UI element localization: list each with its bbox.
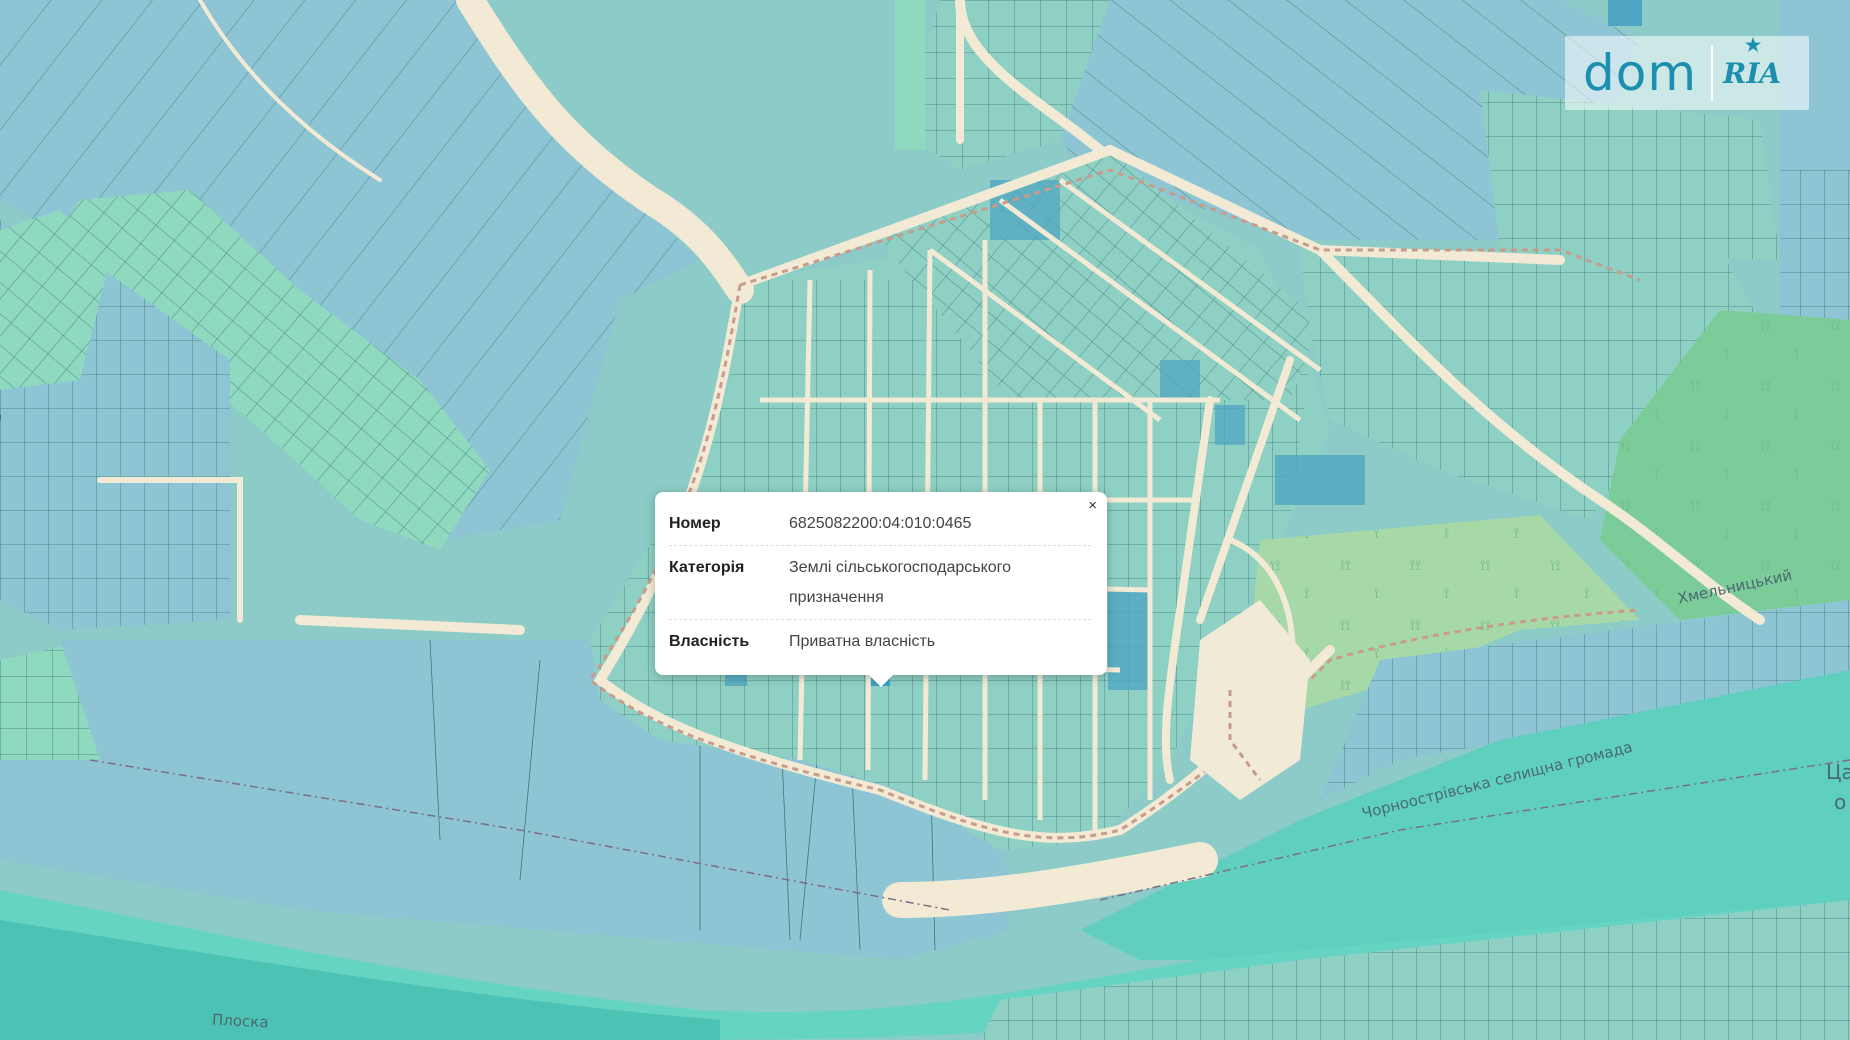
- table-row: Власність Приватна власність: [669, 620, 1091, 664]
- parcel-dark-4: [1160, 360, 1200, 400]
- parcel-green-top: [895, 0, 925, 150]
- watermark-separator: [1711, 45, 1714, 101]
- parcel-info-table: Номер 6825082200:04:010:0465 Категорія З…: [669, 502, 1091, 663]
- watermark-partner-text: RIA: [1723, 56, 1782, 90]
- parcel-grid-far-ne: [1780, 170, 1850, 320]
- table-row: Номер 6825082200:04:010:0465: [669, 502, 1091, 546]
- row-key-category: Категорія: [669, 545, 789, 620]
- row-value-number: 6825082200:04:010:0465: [789, 502, 1091, 546]
- parcel-dark-5: [1215, 405, 1245, 445]
- parcel-dark-2: [1108, 590, 1148, 690]
- star-icon: ★: [1745, 34, 1762, 56]
- domria-watermark: dom ★ RIA: [1565, 35, 1809, 110]
- parcel-info-popup: × Номер 6825082200:04:010:0465 Категорія…: [655, 492, 1107, 687]
- row-key-number: Номер: [669, 502, 789, 546]
- left-road-label: Ло: [0, 412, 2, 430]
- edge-label-bottom: о: [1834, 790, 1847, 814]
- row-key-ownership: Власність: [669, 633, 750, 650]
- parcel-dark-1: [1275, 455, 1365, 505]
- edge-label-top: Ца: [1826, 760, 1850, 784]
- watermark-partner: ★ RIA: [1723, 35, 1782, 90]
- table-row: Категорія Землі сільськогосподарського п…: [669, 545, 1091, 620]
- row-value-category: Землі сільськогосподарського призначення: [789, 545, 1091, 620]
- watermark-brand: dom: [1583, 44, 1698, 102]
- parcel-highlight-ne: [1608, 0, 1642, 26]
- close-icon[interactable]: ×: [1088, 498, 1097, 514]
- row-value-ownership: Приватна власність: [789, 633, 936, 650]
- river-label: Плоска: [211, 1010, 269, 1032]
